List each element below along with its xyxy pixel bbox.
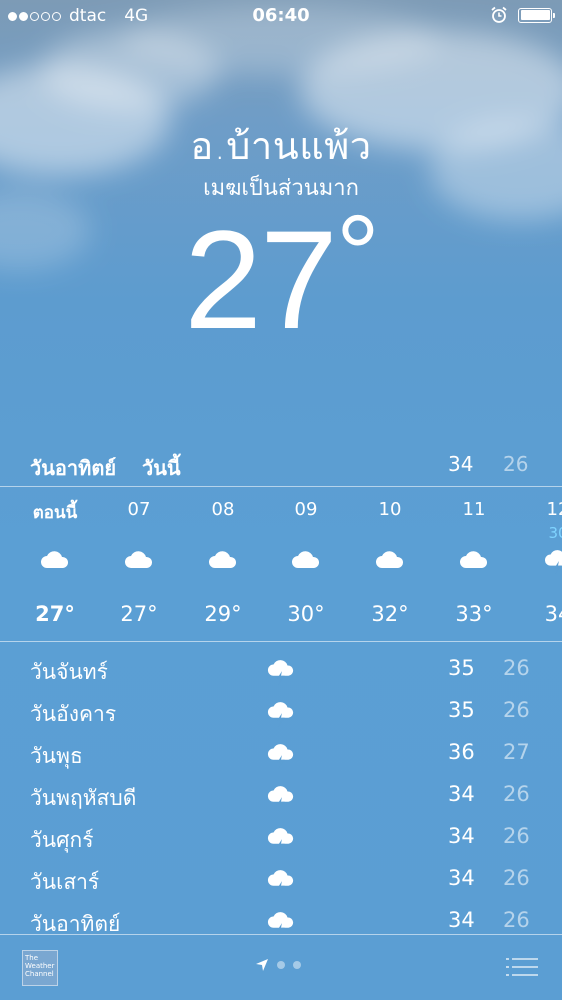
day-low: 26: [503, 824, 530, 848]
day-low: 27: [503, 740, 530, 764]
thunderstorm-icon: [267, 870, 294, 896]
hour-temp: 30°: [287, 602, 325, 626]
current-temperature-value: 27: [184, 201, 338, 358]
daily-row: วันพฤหัสบดี 34 26: [0, 776, 562, 818]
cloud-icon: [460, 551, 488, 568]
day-low: 26: [503, 908, 530, 932]
page-dot: [277, 961, 285, 969]
day-low: 26: [503, 698, 530, 722]
cloud-icon: [209, 551, 237, 568]
thunderstorm-icon: [267, 660, 294, 686]
thunderstorm-icon: [267, 744, 294, 770]
daily-row: วันพุธ 36 27: [0, 734, 562, 776]
today-label: วันนี้: [142, 456, 181, 480]
hour-label: 08: [211, 499, 235, 520]
hour-temp: 27°: [35, 602, 75, 626]
day-high: 35: [448, 656, 475, 680]
status-bar: dtac 4G 06:40: [0, 0, 562, 32]
hour-temp: 29°: [204, 602, 242, 626]
day-name: วันเสาร์: [30, 870, 100, 894]
logo-line: The: [25, 954, 39, 962]
today-day-name: วันอาทิตย์: [30, 456, 117, 480]
thunderstorm-icon: [267, 828, 294, 854]
today-summary: วันอาทิตย์ วันนี้ 34 26: [0, 448, 562, 484]
logo-line: Channel: [25, 970, 54, 978]
day-name: วันอังคาร: [30, 702, 117, 726]
today-low: 26: [503, 452, 529, 476]
thunderstorm-icon: [267, 786, 294, 812]
hour-label: ตอนนี้: [32, 503, 78, 523]
hour-label: 09: [294, 499, 318, 520]
cloud-icon: [292, 551, 320, 568]
daily-row: วันศุกร์ 34 26: [0, 818, 562, 860]
weather-channel-logo[interactable]: The Weather Channel: [22, 950, 58, 986]
daily-row: วันเสาร์ 34 26: [0, 860, 562, 902]
location-name: อ.บ้านแพ้ว: [190, 124, 372, 168]
day-low: 26: [503, 866, 530, 890]
list-icon[interactable]: [505, 955, 539, 979]
day-high: 34: [448, 866, 475, 890]
logo-line: Weather: [25, 962, 55, 970]
thunderstorm-icon: [545, 550, 562, 574]
page-indicator[interactable]: [255, 958, 301, 972]
location-arrow-icon: [256, 959, 268, 971]
hour-temp: 32°: [371, 602, 409, 626]
hour-temp: 33°: [455, 602, 493, 626]
cloud-icon: [376, 551, 404, 568]
cloud-icon: [41, 551, 69, 568]
hour-temp: 34: [544, 602, 562, 626]
daily-row: วันจันทร์ 35 26: [0, 650, 562, 692]
bottom-toolbar: The Weather Channel: [0, 935, 562, 1000]
day-high: 34: [448, 908, 475, 932]
day-low: 26: [503, 782, 530, 806]
day-high: 34: [448, 782, 475, 806]
day-low: 26: [503, 656, 530, 680]
hour-label: 07: [127, 499, 151, 520]
divider: [0, 641, 562, 642]
degree-symbol: °: [335, 193, 380, 316]
current-temperature: 27°: [0, 200, 562, 350]
day-high: 34: [448, 824, 475, 848]
battery-icon: [518, 7, 555, 23]
thunderstorm-icon: [267, 702, 294, 728]
weather-condition: เมฆเป็นส่วนมาก: [203, 176, 359, 201]
page-dot: [293, 961, 301, 969]
day-name: วันพฤหัสบดี: [30, 786, 137, 810]
day-name: วันจันทร์: [30, 660, 108, 684]
day-high: 36: [448, 740, 475, 764]
hour-temp: 27°: [120, 602, 158, 626]
hour-label: 12: [546, 499, 562, 520]
hour-label: 10: [378, 499, 402, 520]
divider: [0, 486, 562, 487]
hourly-forecast[interactable]: ตอนนี้ 27° 07 27° 08 29° 09 30° 10 32° 1…: [0, 490, 562, 640]
daily-row: วันอังคาร 35 26: [0, 692, 562, 734]
day-name: วันพุธ: [30, 744, 83, 768]
day-name: วันศุกร์: [30, 828, 94, 852]
cloud-icon: [125, 551, 153, 568]
hour-label: 11: [462, 499, 486, 520]
clock: 06:40: [252, 5, 310, 26]
alarm-icon: [491, 6, 507, 23]
precip-chance: 30: [548, 524, 562, 542]
today-high: 34: [448, 452, 474, 476]
day-high: 35: [448, 698, 475, 722]
